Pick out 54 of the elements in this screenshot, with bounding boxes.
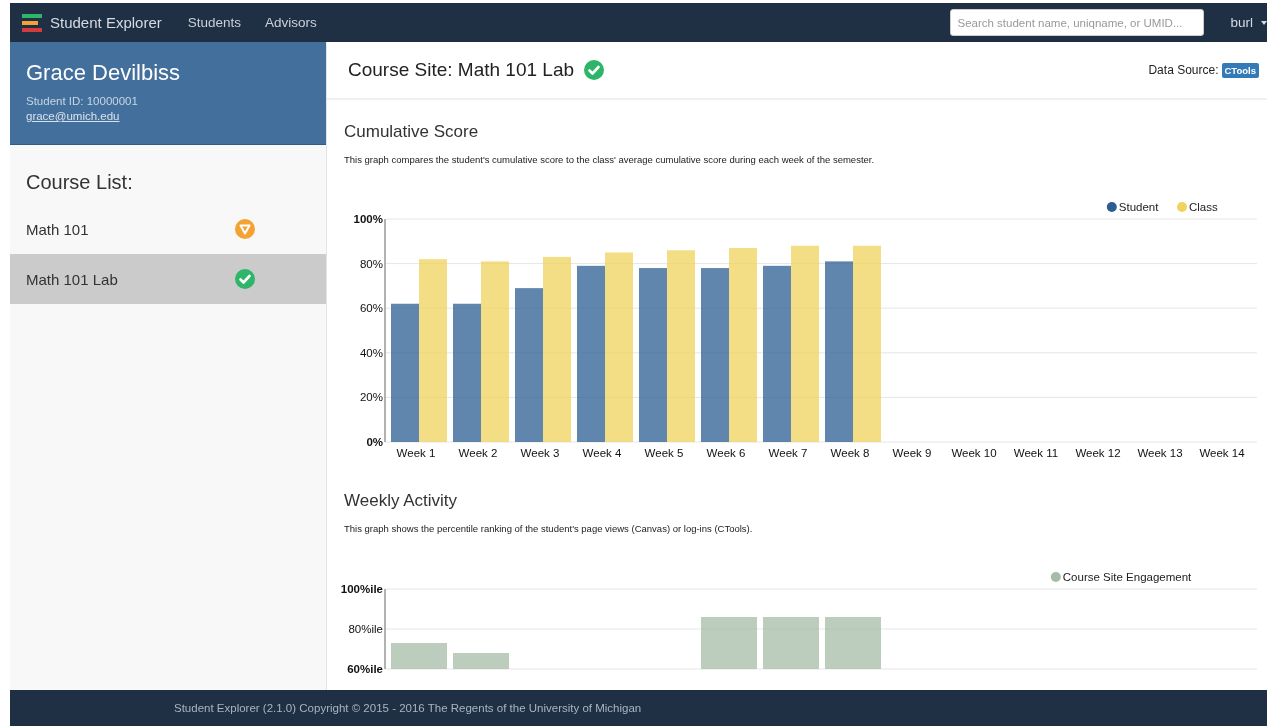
bar: [453, 653, 509, 669]
axis-label: 60%: [359, 302, 383, 315]
axis-label: Week 6: [706, 447, 746, 459]
axis-label: Week 1: [396, 447, 436, 459]
axis-label: Week 13: [1137, 447, 1183, 459]
axis-label: Week 10: [951, 447, 997, 459]
legend-label: Student: [1118, 201, 1159, 213]
axis-label: 60%ile: [347, 663, 383, 675]
axis-label: Week 7: [768, 447, 808, 459]
bar: [825, 617, 881, 669]
course-name: Math 101 Lab: [26, 270, 119, 288]
nav-link[interactable]: Advisors: [265, 15, 317, 30]
axis-label: Week 11: [1013, 447, 1059, 459]
axis-label: 100%ile: [340, 583, 383, 595]
course-list-title: Course List:: [25, 170, 134, 195]
course-title: Course Site: Math 101 Lab: [348, 59, 575, 81]
caret-icon[interactable]: [1261, 20, 1267, 25]
axis-label: 100%: [353, 213, 383, 225]
section-description: This graph compares the student's cumulative score to the class' average cumulative score during each week of the semester.: [344, 154, 876, 165]
axis-label: Week 9: [892, 447, 932, 459]
axis-label: Week 14: [1199, 447, 1245, 459]
brand-name[interactable]: Student Explorer: [50, 14, 162, 31]
course-item[interactable]: Math 101: [10, 204, 326, 254]
student-id: Student ID: 10000001: [26, 95, 139, 107]
bar: [763, 617, 819, 669]
data-source-badge: CTools: [1221, 62, 1259, 78]
axis-label: 20%: [359, 391, 383, 404]
student-name: Grace Devilbiss: [26, 60, 182, 86]
bar: [701, 617, 757, 669]
course-item[interactable]: Math 101 Lab: [10, 254, 326, 304]
nav-link[interactable]: Students: [187, 15, 242, 30]
axis-label: 80%: [359, 257, 383, 270]
email-link[interactable]: grace@umich.edu: [26, 110, 310, 122]
axis-label: 40%: [359, 346, 383, 359]
bar: [391, 643, 447, 669]
axis-label: Week 8: [830, 447, 870, 459]
axis-label: Week 2: [458, 447, 498, 459]
axis-label: Week 4: [582, 447, 622, 459]
section-title: Weekly Activity: [344, 491, 459, 511]
search-field[interactable]: Search student name, uniqname, or UMID...: [950, 9, 1205, 36]
axis-label: Week 12: [1075, 447, 1121, 459]
legend-label: Class: [1189, 201, 1218, 213]
axis-label: Week 3: [520, 447, 560, 459]
section-description: This graph shows the percentile ranking of the student's page views (Canvas) or log-ins (CTools).: [344, 523, 754, 534]
axis-label: 80%ile: [348, 623, 383, 635]
legend-label: Course Site Engagement: [1062, 571, 1192, 583]
footer-text: Student Explorer (2.1.0) Copyright © 2015 - 2016 The Regents of the University of Michigan: [174, 702, 642, 714]
section-title: Cumulative Score: [344, 122, 480, 142]
axis-label: 0%: [366, 436, 383, 448]
user-menu[interactable]: burl: [1230, 15, 1253, 30]
logo-icon[interactable]: [22, 13, 42, 32]
data-source-label: Data Source:: [1148, 63, 1219, 77]
axis-label: Week 5: [644, 447, 684, 459]
course-name: Math 101: [26, 220, 90, 238]
